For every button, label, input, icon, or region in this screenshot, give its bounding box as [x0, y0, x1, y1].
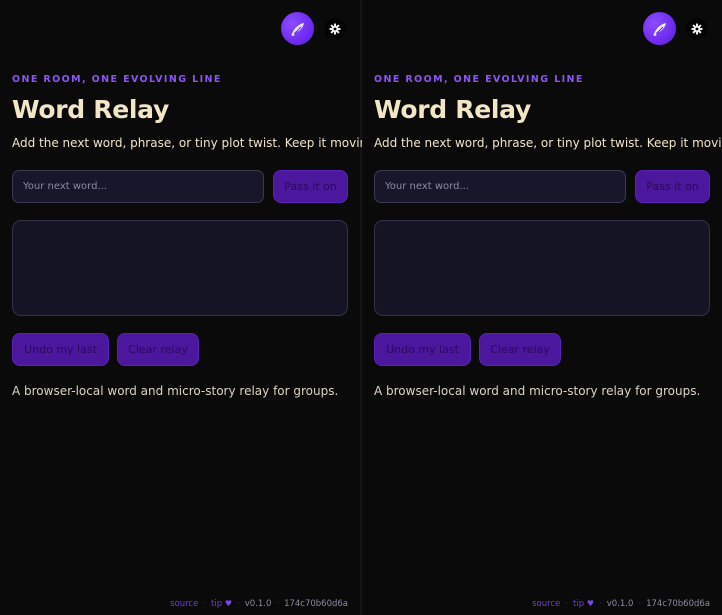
build-hash: 174c70b60d6a — [284, 599, 348, 609]
gear-icon — [691, 23, 703, 34]
relay-pane-left: ONE ROOM, ONE EVOLVING LINE Word Relay A… — [0, 0, 379, 615]
app-description: A browser-local word and micro-story rel… — [12, 384, 339, 398]
page-subtitle: Add the next word, phrase, or tiny plot … — [12, 136, 379, 150]
gear-icon — [329, 23, 341, 34]
feather-icon — [653, 22, 666, 36]
pass-it-on-button[interactable]: Pass it on — [273, 170, 348, 203]
word-entry-row: Pass it on — [12, 170, 348, 203]
relay-actions: Undo my last Clear relay — [12, 333, 348, 366]
footer-separator: · — [236, 599, 240, 609]
tip-link[interactable]: tip ♥ — [211, 599, 232, 609]
next-word-input[interactable] — [374, 170, 626, 203]
profile-avatar-button[interactable] — [281, 12, 314, 45]
source-link[interactable]: source — [170, 599, 198, 609]
settings-button[interactable] — [324, 17, 346, 40]
clear-relay-button[interactable]: Clear relay — [479, 333, 561, 366]
tip-label: tip — [211, 599, 223, 609]
pass-it-on-button[interactable]: Pass it on — [635, 170, 710, 203]
top-bar — [643, 12, 708, 45]
page-title: Word Relay — [12, 95, 169, 124]
app-description: A browser-local word and micro-story rel… — [374, 384, 701, 398]
top-bar — [281, 12, 346, 45]
relay-content: ONE ROOM, ONE EVOLVING LINE Word Relay A… — [374, 74, 722, 398]
relay-content: ONE ROOM, ONE EVOLVING LINE Word Relay A… — [12, 74, 379, 398]
app-root: ONE ROOM, ONE EVOLVING LINE Word Relay A… — [0, 0, 722, 615]
undo-last-button[interactable]: Undo my last — [374, 333, 471, 366]
footer-meta: source · tip ♥ · v0.1.0 · 174c70b60d6a — [532, 599, 710, 609]
next-word-input[interactable] — [12, 170, 264, 203]
version-label: v0.1.0 — [244, 599, 272, 609]
undo-last-button[interactable]: Undo my last — [12, 333, 109, 366]
footer-separator: · — [598, 599, 602, 609]
tip-label: tip — [573, 599, 585, 609]
eyebrow-tagline: ONE ROOM, ONE EVOLVING LINE — [374, 74, 584, 85]
tip-link[interactable]: tip ♥ — [573, 599, 594, 609]
footer-meta: source · tip ♥ · v0.1.0 · 174c70b60d6a — [170, 599, 348, 609]
heart-icon: ♥ — [224, 599, 232, 608]
word-entry-row: Pass it on — [374, 170, 710, 203]
eyebrow-tagline: ONE ROOM, ONE EVOLVING LINE — [12, 74, 222, 85]
footer-separator: · — [638, 599, 642, 609]
story-display — [12, 220, 348, 316]
version-label: v0.1.0 — [606, 599, 634, 609]
relay-pane-right: ONE ROOM, ONE EVOLVING LINE Word Relay A… — [362, 0, 722, 615]
clear-relay-button[interactable]: Clear relay — [117, 333, 199, 366]
source-link[interactable]: source — [532, 599, 560, 609]
footer-separator: · — [203, 599, 207, 609]
profile-avatar-button[interactable] — [643, 12, 676, 45]
relay-actions: Undo my last Clear relay — [374, 333, 710, 366]
heart-icon: ♥ — [586, 599, 594, 608]
feather-icon — [291, 22, 304, 36]
page-subtitle: Add the next word, phrase, or tiny plot … — [374, 136, 722, 150]
page-title: Word Relay — [374, 95, 531, 124]
build-hash: 174c70b60d6a — [646, 599, 710, 609]
story-display — [374, 220, 710, 316]
footer-separator: · — [276, 599, 280, 609]
settings-button[interactable] — [686, 17, 708, 40]
footer-separator: · — [565, 599, 569, 609]
